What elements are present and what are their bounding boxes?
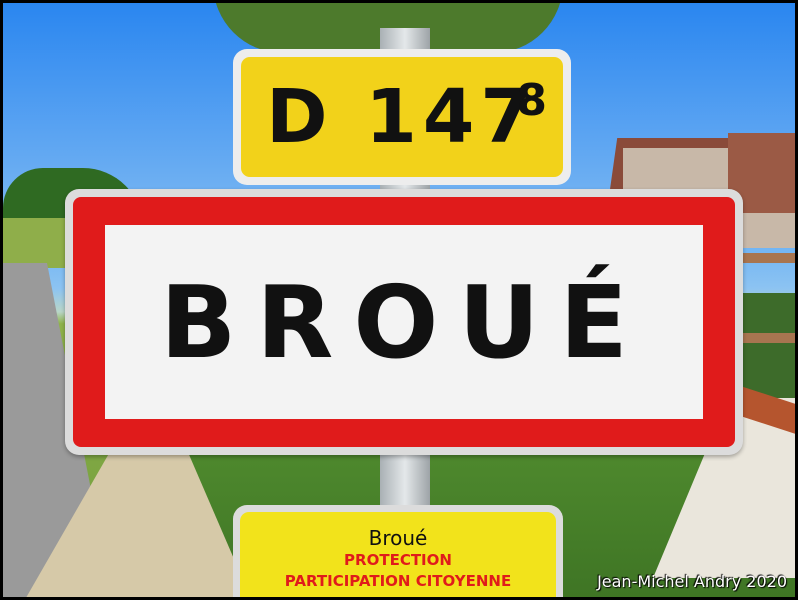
info-sign-line-1: PROTECTION [344, 551, 452, 569]
info-sign-panel: Broué PROTECTION PARTICIPATION CITOYENNE [240, 512, 556, 597]
route-suffix: 8 [516, 75, 547, 126]
town-sign-panel: BROUÉ [105, 225, 703, 419]
field [3, 218, 73, 268]
info-sign: Broué PROTECTION PARTICIPATION CITOYENNE [233, 505, 563, 597]
route-sign-panel: D 147 8 [241, 57, 563, 177]
photo-scene: D 147 8 BROUÉ Broué PROTECTION PARTICIPA… [3, 3, 795, 597]
photo-credit: Jean-Michel Andry 2020 [597, 572, 787, 591]
info-sign-title: Broué [368, 526, 428, 550]
photo-frame: D 147 8 BROUÉ Broué PROTECTION PARTICIPA… [0, 0, 798, 600]
route-sign: D 147 8 [233, 49, 571, 185]
town-sign-red-border: BROUÉ [73, 197, 735, 447]
route-code: D 147 [266, 74, 538, 160]
town-entry-sign: BROUÉ [65, 189, 743, 455]
info-sign-line-2: PARTICIPATION CITOYENNE [284, 572, 512, 590]
town-name: BROUÉ [160, 263, 648, 381]
